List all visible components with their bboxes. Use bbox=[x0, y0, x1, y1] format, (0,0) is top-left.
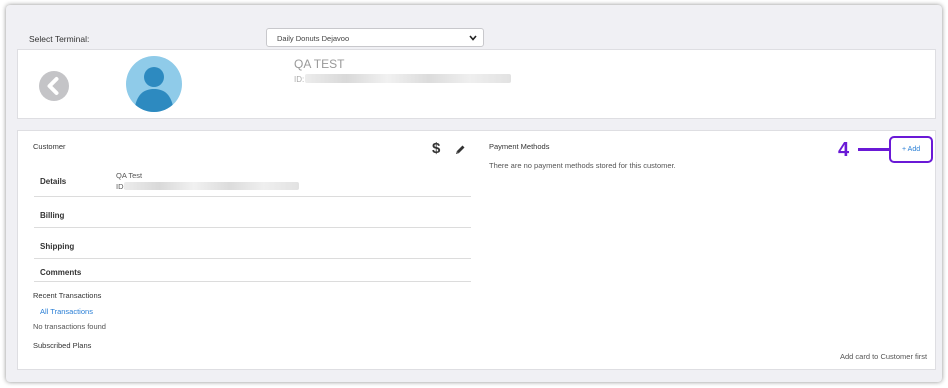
customer-main-card: Customer $ Details QA Test ID: Billing S… bbox=[17, 130, 936, 370]
avatar-icon bbox=[126, 56, 182, 112]
row-divider bbox=[34, 227, 471, 228]
step-number-callout: 4 bbox=[838, 139, 850, 161]
back-arrow-icon[interactable] bbox=[39, 71, 69, 101]
svg-text:$: $ bbox=[432, 140, 441, 156]
customer-profile-card: QA TEST ID: bbox=[17, 49, 936, 119]
row-divider bbox=[34, 196, 471, 197]
subscribed-plans-title: Subscribed Plans bbox=[33, 341, 92, 350]
terminal-select[interactable]: Daily Donuts Dejavoo bbox=[266, 28, 484, 47]
customer-section-title: Customer bbox=[33, 142, 66, 151]
payment-methods-title: Payment Methods bbox=[489, 142, 550, 151]
pencil-icon[interactable] bbox=[454, 143, 466, 161]
customer-row-comments[interactable]: Comments bbox=[40, 268, 81, 277]
details-customer-name: QA Test bbox=[116, 171, 143, 180]
customer-id-label: ID: bbox=[294, 75, 305, 84]
row-divider bbox=[34, 258, 471, 259]
customer-name-heading: QA TEST bbox=[294, 57, 345, 71]
customer-row-details[interactable]: Details bbox=[40, 177, 66, 186]
chevron-down-icon bbox=[469, 34, 477, 43]
all-transactions-link[interactable]: All Transactions bbox=[40, 307, 93, 316]
callout-highlight-box bbox=[889, 136, 933, 163]
no-payment-methods-text: There are no payment methods stored for … bbox=[489, 161, 676, 170]
customer-row-shipping[interactable]: Shipping bbox=[40, 242, 74, 251]
dollar-icon[interactable]: $ bbox=[432, 140, 442, 161]
customer-row-billing[interactable]: Billing bbox=[40, 211, 64, 220]
no-transactions-text: No transactions found bbox=[33, 322, 106, 331]
redacted-details-id bbox=[124, 182, 299, 190]
row-divider bbox=[34, 281, 471, 282]
terminal-label: Select Terminal: bbox=[29, 34, 90, 44]
add-card-hint: Add card to Customer first bbox=[840, 352, 928, 361]
callout-connector-line bbox=[858, 148, 889, 151]
redacted-customer-id bbox=[305, 74, 511, 83]
recent-transactions-title: Recent Transactions bbox=[33, 291, 102, 300]
terminal-select-value: Daily Donuts Dejavoo bbox=[277, 34, 350, 43]
